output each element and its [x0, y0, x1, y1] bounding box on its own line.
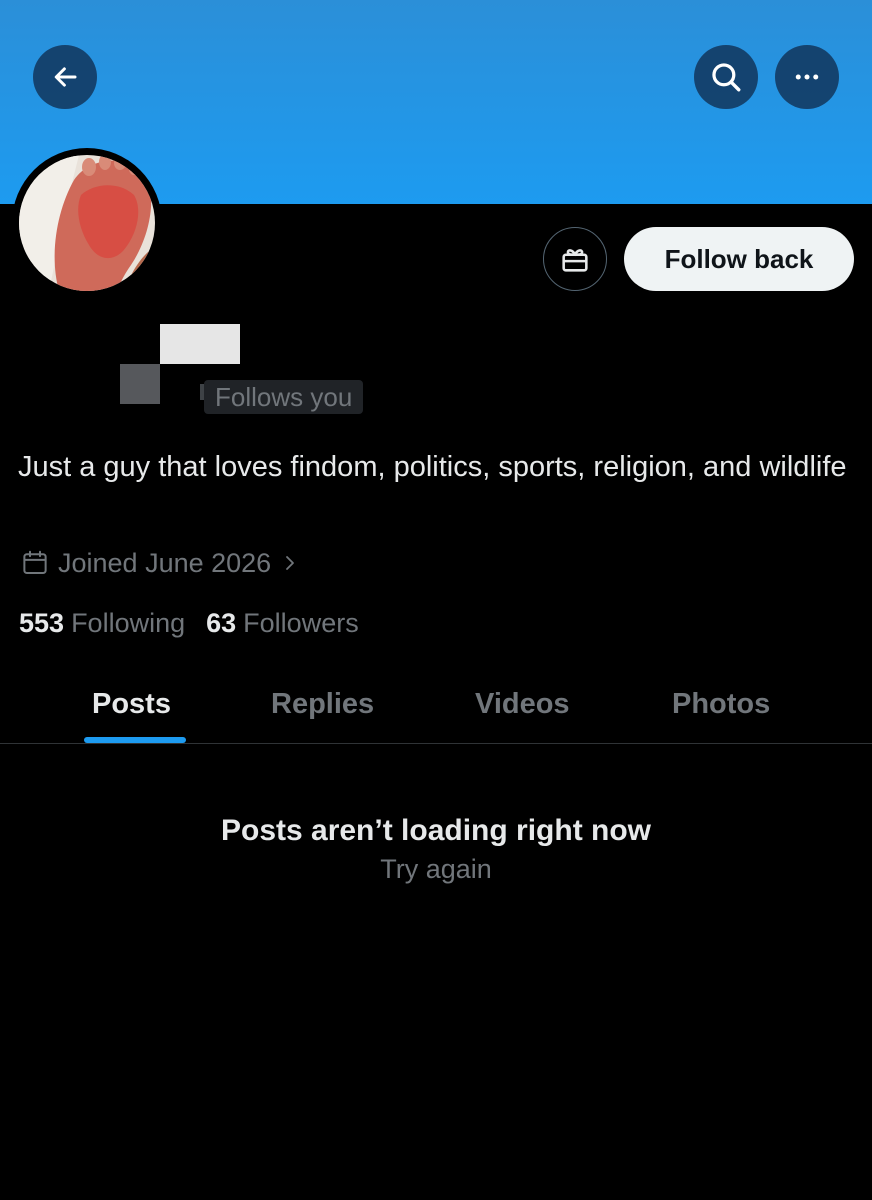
active-tab-indicator	[84, 737, 186, 743]
try-again-link[interactable]: Try again	[0, 854, 872, 885]
profile-tabs: Posts Replies Videos Photos	[0, 665, 872, 744]
profile-page: Follow back Follows you Just a guy that …	[0, 0, 872, 1200]
followers-stat[interactable]: 63 Followers	[206, 608, 359, 639]
back-button[interactable]	[33, 45, 97, 109]
profile-bio: Just a guy that loves findom, politics, …	[18, 451, 847, 483]
tab-replies[interactable]: Replies	[271, 665, 374, 743]
more-horizontal-icon	[795, 74, 819, 80]
following-count: 553	[19, 607, 65, 638]
redacted-handle	[120, 364, 160, 404]
followers-label: Followers	[243, 607, 359, 638]
profile-stats: 553 Following 63 Followers	[19, 604, 359, 642]
followers-count: 63	[206, 607, 237, 638]
search-icon	[712, 63, 741, 92]
following-label: Following	[71, 607, 186, 638]
follows-you-badge: Follows you	[204, 380, 364, 414]
following-stat[interactable]: 553 Following	[19, 608, 185, 639]
gift-icon	[562, 249, 588, 272]
search-button[interactable]	[694, 45, 758, 109]
more-button[interactable]	[775, 45, 839, 109]
joined-date: Joined June 2026	[58, 547, 272, 578]
follow-back-button[interactable]: Follow back	[624, 227, 854, 291]
joined-date-row[interactable]: Joined June 2026	[20, 544, 299, 582]
tab-photos[interactable]: Photos	[672, 665, 770, 743]
tab-videos[interactable]: Videos	[475, 665, 570, 743]
chevron-right-icon	[281, 551, 299, 575]
feed-error-message: Posts aren’t loading right now	[220, 814, 652, 847]
avatar[interactable]	[12, 148, 162, 298]
avatar-image	[19, 155, 155, 291]
arrow-left-icon	[54, 67, 77, 87]
redacted-display-name	[160, 324, 240, 364]
calendar-icon	[20, 548, 50, 578]
tab-posts[interactable]: Posts	[92, 665, 171, 743]
gift-button[interactable]	[543, 227, 607, 291]
